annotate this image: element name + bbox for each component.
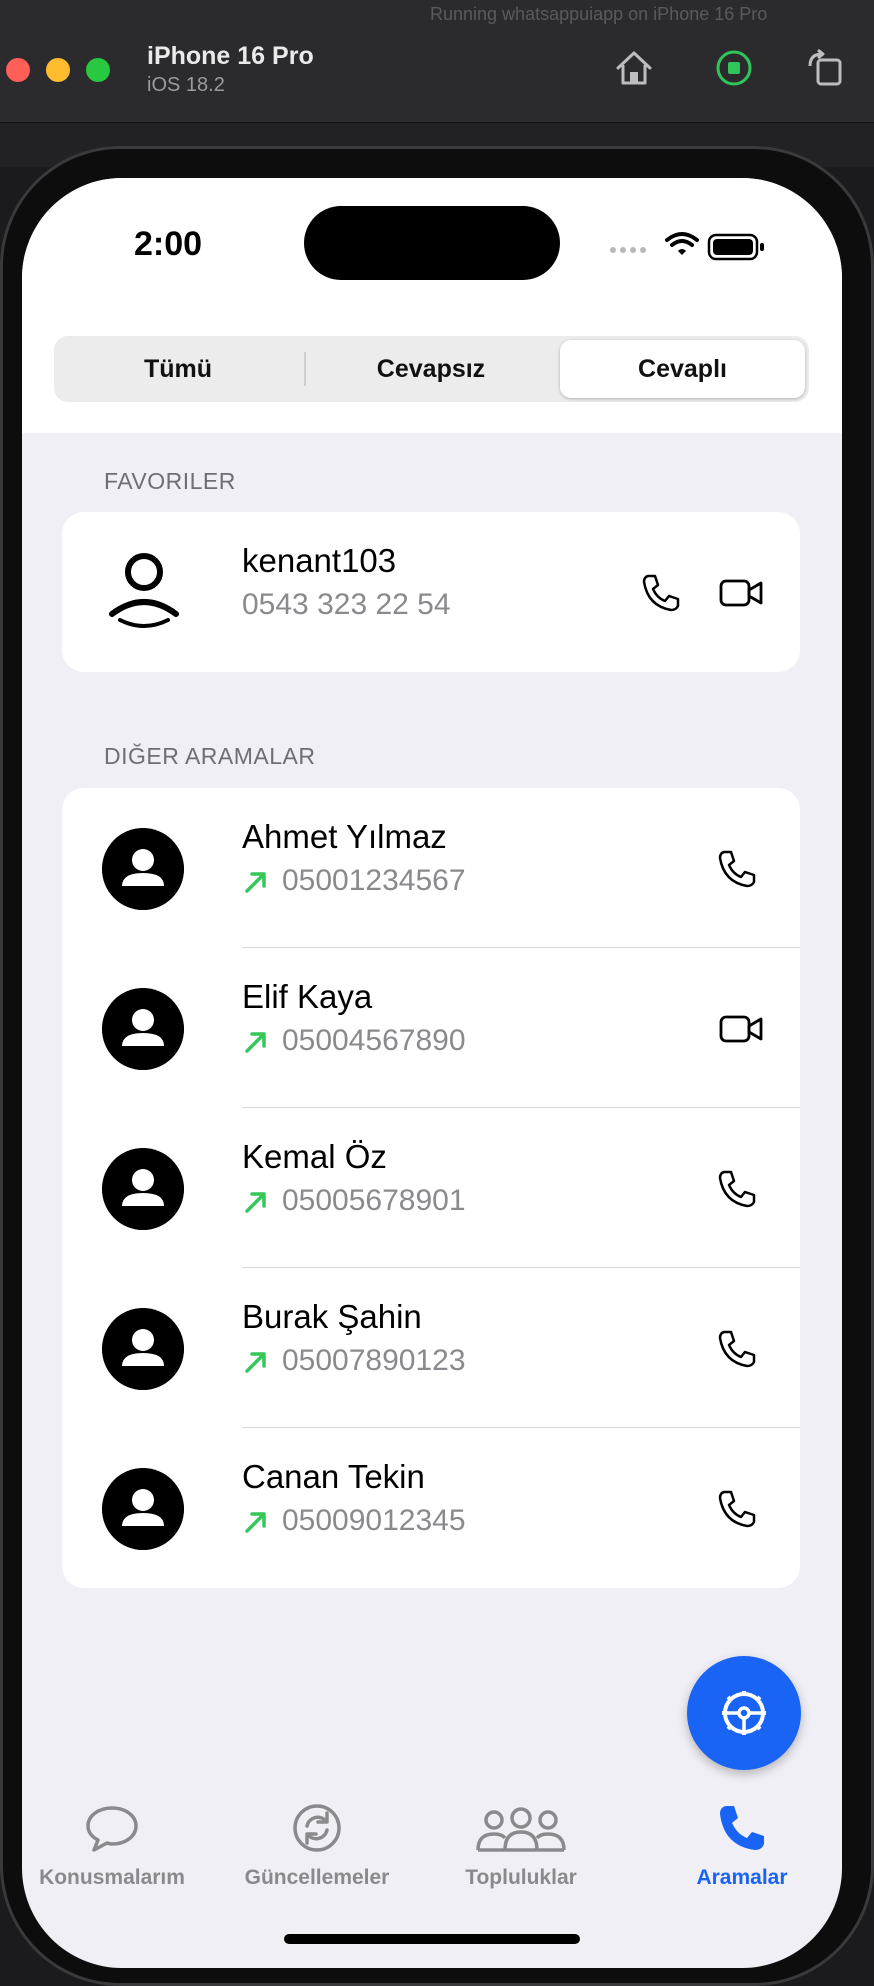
call-filter-segmented-control: Tümü Cevapsız Cevaplı <box>54 336 809 402</box>
contact-name: Ahmet Yılmaz <box>242 818 447 855</box>
video-icon[interactable] <box>718 1006 764 1052</box>
favorites-section-label: FAVORILER <box>104 468 236 494</box>
contact-number: 05004567890 <box>282 1024 466 1057</box>
avatar <box>102 1148 184 1230</box>
phone-screen: 2:00 Tümü Cevapsız Cevaplı FAVORILER ken… <box>22 178 842 1968</box>
updates-icon <box>293 1804 341 1852</box>
chat-bubble-icon <box>86 1806 138 1852</box>
tab-label: Güncellemeler <box>244 1866 390 1889</box>
tab-calls[interactable]: Aramalar <box>652 1798 832 1918</box>
record-button[interactable] <box>712 46 756 90</box>
contact-number: 05001234567 <box>282 864 466 897</box>
other-calls-card: Ahmet Yılmaz 05001234567 Elif Kaya 05004… <box>62 788 800 1588</box>
phone-icon <box>720 1806 764 1850</box>
tab-label: Aramalar <box>696 1866 788 1889</box>
contact-number: 05007890123 <box>282 1344 466 1377</box>
dynamic-island <box>304 206 560 280</box>
close-window-button[interactable] <box>6 58 30 82</box>
contact-name: Burak Şahin <box>242 1298 422 1335</box>
call-row[interactable]: Burak Şahin 05007890123 <box>62 1268 800 1428</box>
home-button[interactable] <box>612 46 656 90</box>
other-calls-section-label: DIĞER ARAMALAR <box>104 743 316 769</box>
avatar <box>102 828 184 910</box>
rotate-icon <box>808 48 842 86</box>
call-row[interactable]: Elif Kaya 05004567890 <box>62 948 800 1108</box>
device-name: iPhone 16 Pro <box>147 42 314 70</box>
segment-answered[interactable]: Cevaplı <box>560 340 805 398</box>
rotate-button[interactable] <box>804 46 848 90</box>
battery-icon <box>707 233 764 261</box>
floating-action-button[interactable] <box>687 1656 801 1770</box>
outgoing-arrow-icon <box>245 1032 266 1053</box>
wifi-icon <box>665 232 699 255</box>
contact-name: Elif Kaya <box>242 978 373 1015</box>
minimize-window-button[interactable] <box>46 58 70 82</box>
tab-label: Topluluklar <box>465 1866 577 1889</box>
status-icons <box>610 232 764 261</box>
segment-missed[interactable]: Cevapsız <box>308 340 554 398</box>
contact-number: 05005678901 <box>282 1184 466 1217</box>
outgoing-arrow-icon <box>245 1352 266 1373</box>
phone-icon[interactable] <box>714 846 760 892</box>
phone-icon[interactable] <box>714 1166 760 1212</box>
background-window-title: Running whatsappuiapp on iPhone 16 Pro <box>430 4 768 24</box>
call-row[interactable]: Ahmet Yılmaz 05001234567 <box>62 788 800 948</box>
phone-icon[interactable] <box>714 1326 760 1372</box>
cellular-signal-icon <box>610 247 646 253</box>
segment-all[interactable]: Tümü <box>58 340 298 398</box>
outgoing-arrow-icon <box>245 1192 266 1213</box>
tab-label: Konusmalarım <box>39 1866 185 1889</box>
tab-communities[interactable]: Topluluklar <box>431 1798 611 1918</box>
zoom-window-button[interactable] <box>86 58 110 82</box>
contact-name: Kemal Öz <box>242 1138 387 1175</box>
status-time: 2:00 <box>134 225 203 263</box>
record-icon <box>716 50 752 86</box>
contact-name: Canan Tekin <box>242 1458 425 1495</box>
person-outline-icon <box>109 553 179 628</box>
contact-name: kenant103 <box>242 542 397 579</box>
favorites-card: kenant103 0543 323 22 54 <box>62 512 800 672</box>
tab-conversations[interactable]: Konusmalarım <box>22 1798 202 1918</box>
steering-wheel-icon <box>722 1691 766 1735</box>
communities-icon <box>476 1807 566 1852</box>
phone-icon[interactable] <box>638 570 684 616</box>
contact-number: 0543 323 22 54 <box>242 588 451 621</box>
phone-icon[interactable] <box>714 1486 760 1532</box>
home-icon <box>616 51 652 85</box>
avatar <box>102 1468 184 1550</box>
avatar <box>102 1308 184 1390</box>
outgoing-arrow-icon <box>245 1512 266 1533</box>
contact-number: 05009012345 <box>282 1504 466 1537</box>
favorite-row[interactable]: kenant103 0543 323 22 54 <box>62 512 800 672</box>
tab-updates[interactable]: Güncellemeler <box>227 1798 407 1918</box>
call-row[interactable]: Kemal Öz 05005678901 <box>62 1108 800 1268</box>
outgoing-arrow-icon <box>245 872 266 893</box>
segment-divider <box>304 352 306 386</box>
avatar <box>102 988 184 1070</box>
video-icon[interactable] <box>718 570 764 616</box>
call-row[interactable]: Canan Tekin 05009012345 <box>62 1428 800 1588</box>
simulator-title-bar: Running whatsappuiapp on iPhone 16 Pro i… <box>0 0 874 123</box>
os-version: iOS 18.2 <box>147 74 225 96</box>
home-indicator <box>284 1934 580 1944</box>
